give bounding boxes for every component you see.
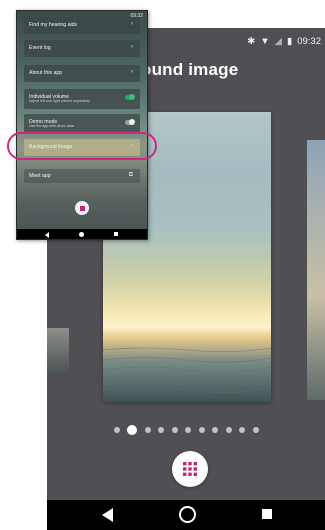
chevron-right-icon: › [131,69,133,75]
page-dot[interactable] [252,427,259,433]
mini-recents-icon[interactable] [114,232,118,236]
page-indicator [47,425,325,435]
grid-icon [183,462,197,476]
menu-item-label: About this app [29,70,63,76]
chevron-right-icon: › [131,44,133,50]
external-link-icon: ⧉ [128,172,133,178]
demo-mode-toggle[interactable] [125,119,135,125]
battery-icon: ▮ [286,36,293,47]
wallpaper-thumbnail-previous[interactable] [47,328,69,376]
menu-item-demo-mode[interactable]: Demo mode Use the app with demo data [24,114,140,134]
menu-item-label: Event log [29,45,51,51]
mini-grid-icon [79,205,85,211]
page-dot[interactable] [185,427,191,433]
page-dot[interactable] [144,427,151,433]
page-dot[interactable] [239,427,245,433]
mini-navigation-bar [17,229,147,239]
recents-icon[interactable] [262,509,272,519]
android-navigation-bar [47,500,325,530]
page-dot[interactable] [198,427,205,433]
wallpaper-thumbnail-next[interactable] [307,140,325,400]
menu-item-about[interactable]: About this app › [24,65,140,82]
menu-item-label: Find my hearing aids [29,22,78,28]
chevron-right-icon: › [131,21,133,27]
individual-volume-toggle[interactable] [125,94,135,100]
page-title: ound image [141,60,239,79]
bluetooth-icon: ✱ [247,36,256,47]
menu-item-sublabel: Use the app with demo data [29,124,74,128]
menu-item-individual-volume[interactable]: Individual volume Adjust left and right … [24,89,140,109]
menu-item-event-log[interactable]: Event log › [24,40,140,57]
page-dot[interactable] [158,427,164,433]
menu-item-find-hearing-aids[interactable]: Find my hearing aids › [24,17,140,34]
back-icon[interactable] [102,508,113,522]
small-phone-screen: 09:32 Find my hearing aids › Event log ›… [16,10,148,240]
menu-item-sublabel: Adjust left and right volume separately [29,99,90,103]
page-dot[interactable] [127,425,137,435]
wifi-icon: ▼ [260,36,270,47]
mini-menu-button[interactable] [75,201,89,215]
page-dot[interactable] [212,427,218,433]
mini-home-icon[interactable] [79,231,84,237]
home-icon[interactable] [179,506,196,523]
mini-back-icon[interactable] [45,232,49,238]
page-dot[interactable] [113,427,120,433]
menu-item-label: Meet app [29,173,51,179]
page-dot[interactable] [171,427,178,433]
status-time: 09:32 [297,36,321,47]
wallpaper-grid-button[interactable] [172,451,208,487]
page-dot[interactable] [225,427,232,433]
signal-icon: ◢ [274,36,282,47]
menu-item-meet-app[interactable]: Meet app ⧉ [24,169,140,183]
highlight-circle [7,132,157,160]
